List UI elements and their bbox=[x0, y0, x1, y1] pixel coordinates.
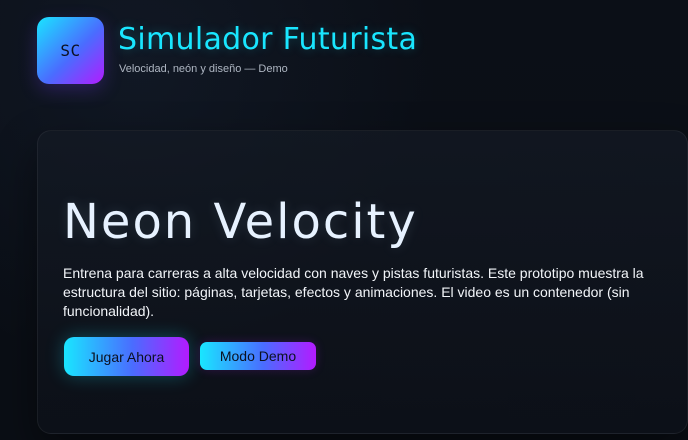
site-subtitle: Velocidad, neón y diseño — Demo bbox=[119, 63, 288, 75]
brand-logo-text: SC bbox=[60, 41, 81, 60]
site-title: Simulador Futurista bbox=[118, 22, 418, 57]
hero-title: Neon Velocity bbox=[63, 194, 418, 250]
play-now-button[interactable]: Jugar Ahora bbox=[64, 337, 189, 376]
brand-logo[interactable]: SC bbox=[37, 17, 104, 84]
demo-mode-button[interactable]: Modo Demo bbox=[200, 342, 316, 370]
hero-description: Entrena para carreras a alta velocidad c… bbox=[63, 265, 644, 319]
